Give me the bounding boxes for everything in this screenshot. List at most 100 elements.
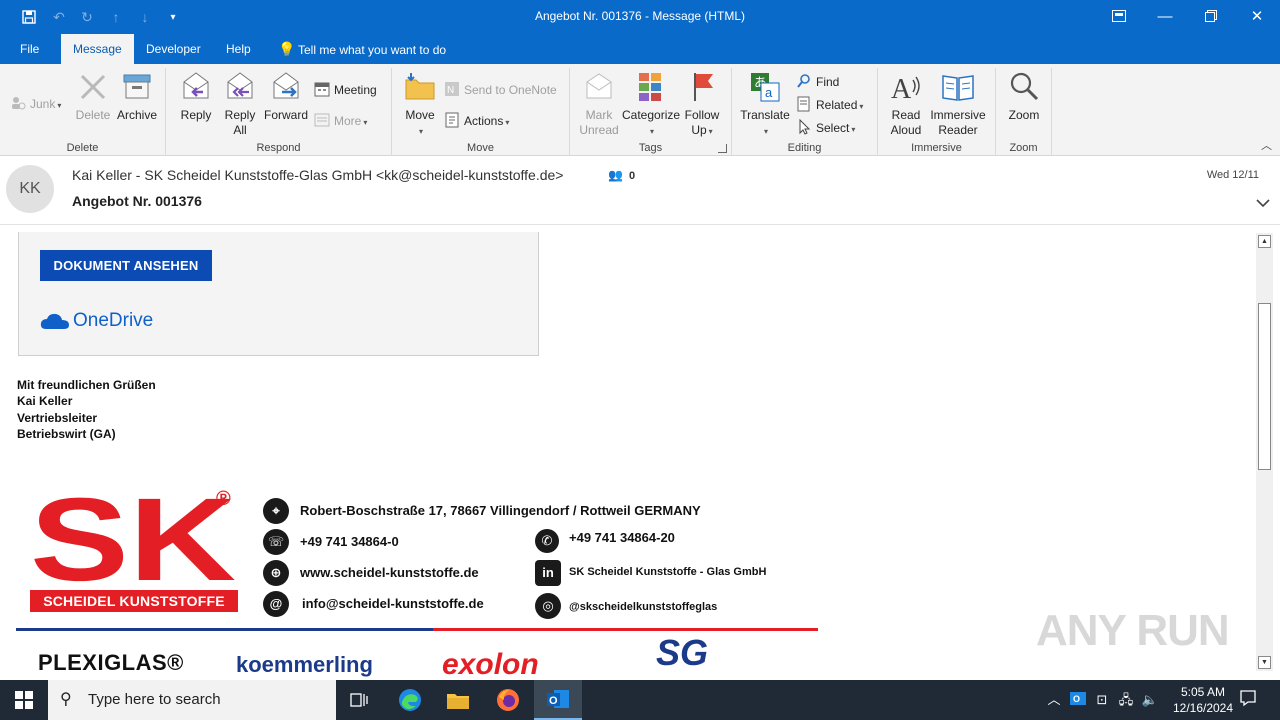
- respond-group: Reply Reply All Forward Meeting More ▾ Res…: [166, 68, 392, 156]
- show-hidden-icons-icon[interactable]: ︿: [1044, 690, 1064, 710]
- sk-logo: SK: [30, 474, 238, 606]
- tags-dialog-launcher-icon[interactable]: [718, 144, 727, 153]
- linkedin-icon: in: [535, 560, 561, 586]
- outlook-tray-icon[interactable]: O: [1068, 690, 1088, 710]
- delete-button[interactable]: Delete: [72, 70, 114, 123]
- cursor-icon: [796, 118, 812, 135]
- network-icon[interactable]: 🖧: [1116, 690, 1136, 710]
- categorize-button[interactable]: Categorize ▾: [622, 70, 680, 139]
- related-button[interactable]: Related ▾: [796, 95, 863, 115]
- banner-divider: [16, 628, 818, 631]
- move-button[interactable]: Move ▾: [402, 70, 438, 139]
- location-icon: ⌖: [263, 498, 289, 524]
- immersive-reader-button[interactable]: Immersive Reader: [928, 70, 988, 138]
- vertical-scrollbar[interactable]: ▲ ▼: [1256, 233, 1273, 671]
- magnifier-icon: [1007, 70, 1041, 104]
- file-explorer-icon[interactable]: [434, 680, 482, 720]
- globe-icon: ⊕: [263, 560, 289, 586]
- tab-developer[interactable]: Developer: [134, 34, 213, 64]
- flag-icon: [685, 70, 719, 104]
- tab-message[interactable]: Message: [61, 34, 134, 65]
- brand-plexiglas: PLEXIGLAS®: [38, 650, 184, 675]
- delete-group-label: Delete: [66, 142, 99, 154]
- actions-icon: [444, 112, 460, 128]
- actions-button[interactable]: Actions ▾: [444, 111, 509, 131]
- svg-text:N: N: [447, 85, 454, 96]
- meeting-button[interactable]: Meeting: [314, 80, 377, 100]
- related-icon: [796, 96, 812, 112]
- reply-icon: [179, 70, 213, 104]
- mark-unread-button[interactable]: Mark Unread: [578, 70, 620, 138]
- immersive-reader-icon: [941, 70, 975, 104]
- message-header: KK Kai Keller - SK Scheidel Kunststoffe-…: [0, 157, 1280, 225]
- volume-icon[interactable]: 🔈: [1140, 690, 1160, 710]
- follow-up-button[interactable]: Follow Up ▾: [682, 70, 722, 139]
- sender[interactable]: Kai Keller - SK Scheidel Kunststoffe-Gla…: [72, 167, 563, 183]
- scroll-up-button[interactable]: ▲: [1258, 235, 1271, 248]
- windows-logo-icon: [15, 691, 33, 709]
- meet-now-icon[interactable]: ⊡: [1092, 690, 1112, 710]
- expand-header-icon[interactable]: [1256, 197, 1272, 213]
- people-count[interactable]: 👥 0: [608, 168, 635, 182]
- taskbar-clock[interactable]: 5:05 AM 12/16/2024: [1166, 684, 1240, 716]
- edge-browser-icon[interactable]: [386, 680, 434, 720]
- clock-time: 5:05 AM: [1180, 685, 1226, 699]
- taskbar-search-box[interactable]: ⚲ Type here to search: [48, 680, 336, 720]
- ribbon-display-options-icon[interactable]: [1096, 0, 1142, 32]
- onedrive-share-card: DOKUMENT ANSEHEN OneDrive: [18, 232, 539, 356]
- read-aloud-button[interactable]: A Read Aloud: [886, 70, 926, 138]
- zoom-group-label: Zoom: [1009, 142, 1038, 154]
- outlook-taskbar-icon[interactable]: O: [534, 680, 582, 720]
- immersive-group: A Read Aloud Immersive Reader Immersive: [878, 68, 996, 156]
- people-icon: 👥: [608, 168, 623, 182]
- send-to-onenote-button[interactable]: N Send to OneNote: [444, 80, 557, 100]
- more-respond-button[interactable]: More ▾: [314, 111, 367, 131]
- maximize-button[interactable]: [1188, 0, 1234, 32]
- company-linkedin: SK Scheidel Kunststoffe - Glas GmbH: [569, 566, 767, 578]
- tell-me-search[interactable]: 💡 Tell me what you want to do: [278, 34, 446, 64]
- tags-group-label: Tags: [638, 142, 663, 154]
- tab-help[interactable]: Help: [214, 34, 263, 64]
- svg-text:SK: SK: [30, 494, 236, 586]
- tab-file[interactable]: File: [8, 34, 51, 64]
- task-view-icon[interactable]: [336, 680, 384, 720]
- fax-icon: ✆: [535, 529, 559, 553]
- signature-title: Betriebswirt (GA): [17, 427, 116, 441]
- view-document-button[interactable]: DOKUMENT ANSEHEN: [40, 250, 212, 281]
- avatar[interactable]: KK: [6, 165, 54, 213]
- svg-text:O: O: [549, 695, 558, 707]
- scroll-thumb[interactable]: [1258, 303, 1271, 470]
- calendar-icon: [314, 81, 330, 97]
- archive-icon: [120, 70, 154, 104]
- zoom-button[interactable]: Zoom: [1004, 70, 1044, 123]
- find-button[interactable]: Find: [796, 72, 839, 92]
- translate-button[interactable]: あa Translate▾: [740, 70, 790, 139]
- translate-icon: あa: [748, 70, 782, 104]
- start-button[interactable]: [0, 680, 48, 720]
- outlook-message-window: ↶ ↻ ↑ ↓ ▾ Angebot Nr. 001376 - Message (…: [0, 0, 1280, 720]
- move-folder-icon: [403, 70, 437, 104]
- move-group-label: Move: [467, 142, 494, 154]
- signature-name: Kai Keller: [17, 394, 73, 408]
- signature-role: Vertriebsleiter: [17, 411, 98, 425]
- brand-sg: SG: [656, 632, 709, 673]
- minimize-button[interactable]: —: [1142, 0, 1188, 32]
- reply-button[interactable]: Reply: [176, 70, 216, 123]
- notifications-icon[interactable]: [1237, 689, 1259, 711]
- svg-text:O: O: [1073, 694, 1080, 704]
- instagram-icon: ◎: [535, 593, 561, 619]
- archive-button[interactable]: Archive: [114, 70, 160, 123]
- svg-text:A: A: [891, 74, 912, 104]
- company-fax: +49 741 34864-20: [569, 530, 675, 545]
- reply-all-button[interactable]: Reply All: [220, 70, 260, 138]
- collapse-ribbon-icon[interactable]: ︿: [1261, 137, 1272, 153]
- scroll-down-button[interactable]: ▼: [1258, 656, 1271, 669]
- company-email: info@scheidel-kunststoffe.de: [302, 596, 484, 611]
- firefox-icon[interactable]: [484, 680, 532, 720]
- close-button[interactable]: ✕: [1234, 0, 1280, 32]
- registered-mark: ®: [216, 488, 231, 510]
- junk-button[interactable]: Junk ▾: [10, 94, 61, 114]
- more-icon: [314, 112, 330, 128]
- forward-button[interactable]: Forward: [262, 70, 310, 123]
- select-button[interactable]: Select ▾: [796, 118, 855, 138]
